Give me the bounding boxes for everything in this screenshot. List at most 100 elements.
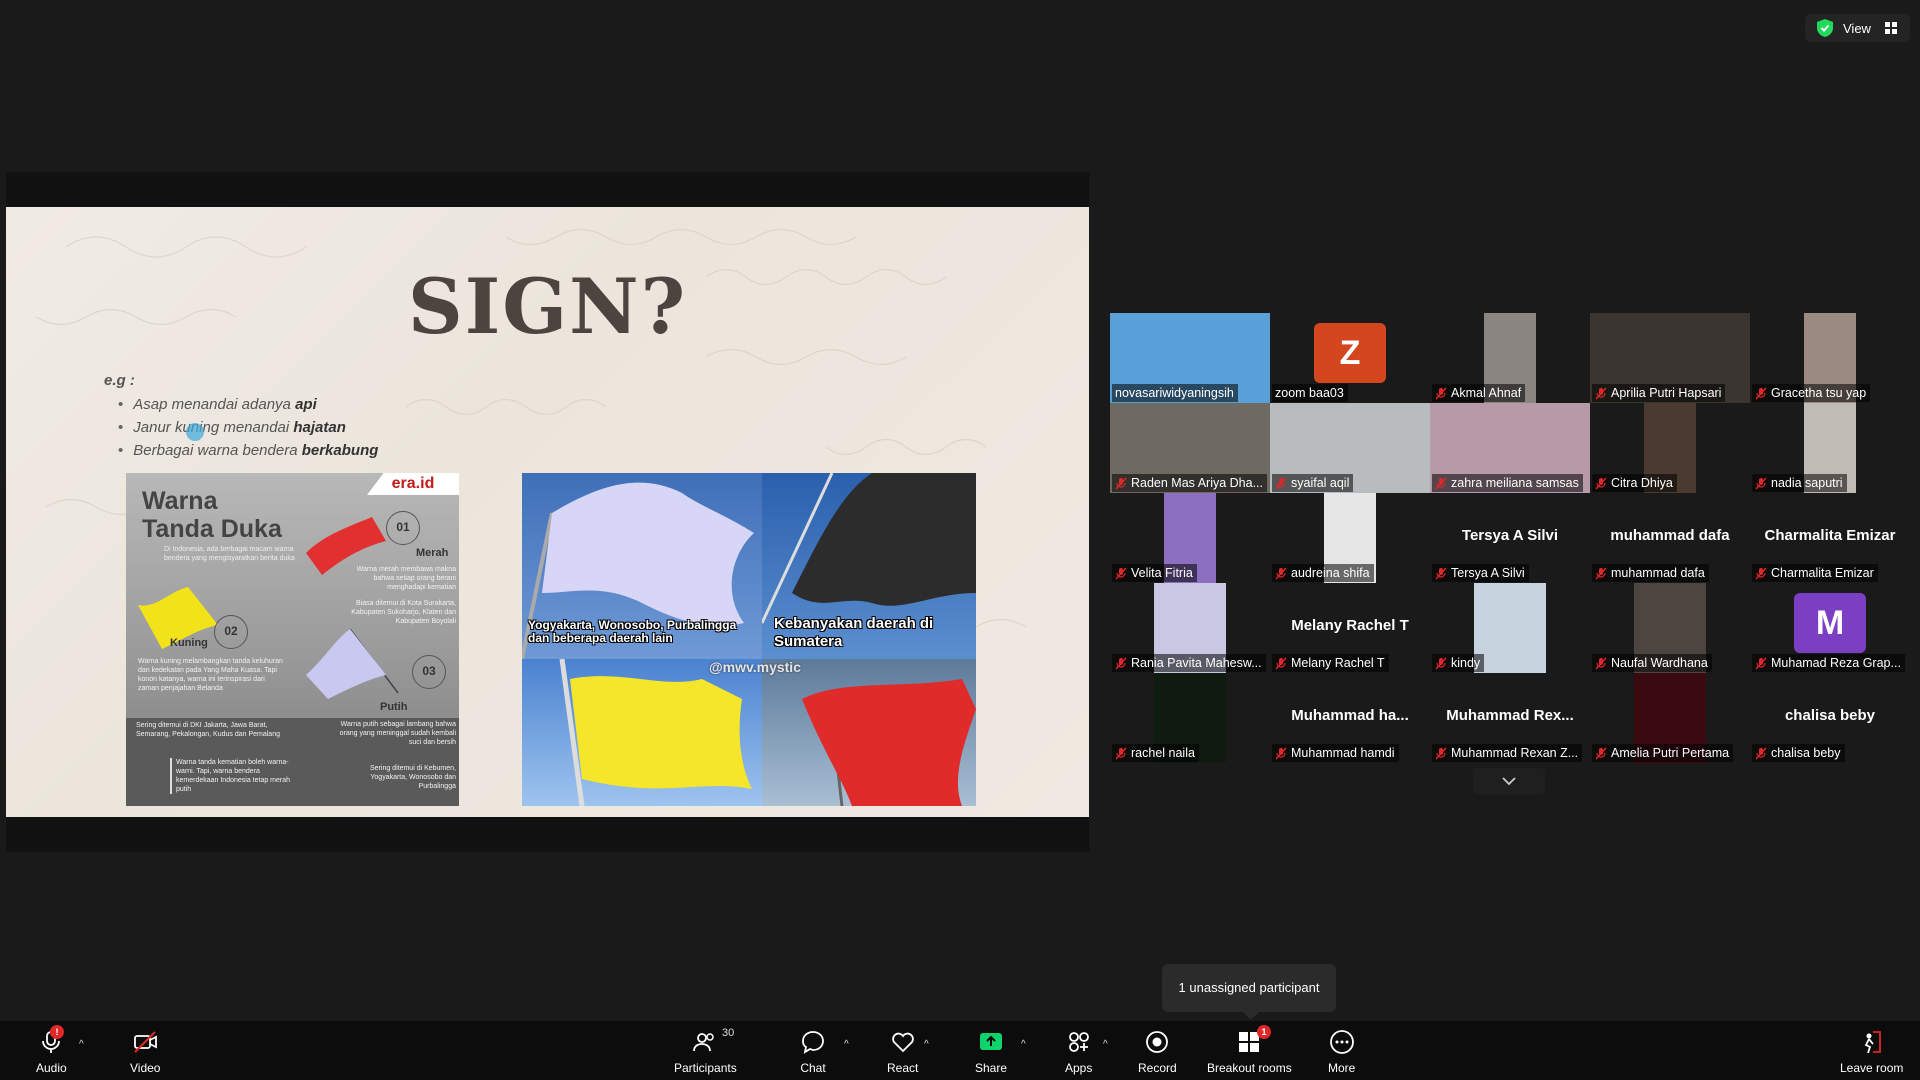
flag-region-yellow: Sering ditemui di DKI Jakarta, Jawa Bara…	[136, 722, 280, 738]
audio-options-caret[interactable]: ^	[79, 1039, 84, 1050]
flag-region-white: Sering ditemui di Kebumen, Yogyakarta, W…	[370, 765, 456, 790]
react-button[interactable]: React	[887, 1029, 918, 1075]
annotation-cursor	[186, 423, 204, 441]
leave-room-button[interactable]: Leave room	[1840, 1029, 1903, 1075]
mic-muted-icon	[1435, 747, 1447, 759]
apps-label: Apps	[1065, 1061, 1093, 1075]
view-label: View	[1843, 20, 1871, 36]
share-button[interactable]: Share	[975, 1029, 1007, 1075]
mic-muted-icon	[1435, 567, 1447, 579]
mic-muted-icon	[1595, 657, 1607, 669]
infographic-card: era.id Warna Tanda Duka Di Indonesia, ad…	[126, 473, 459, 806]
participant-tile[interactable]: muhammad dafa muhammad dafa	[1590, 493, 1750, 583]
leave-icon	[1864, 1031, 1881, 1054]
mic-muted-icon	[1115, 567, 1127, 579]
chat-icon	[802, 1031, 824, 1054]
participant-name-label: zahra meiliana samsas	[1432, 474, 1583, 492]
participant-tile[interactable]: M Muhamad Reza Grap...	[1750, 583, 1910, 673]
photo-red-flag	[762, 659, 976, 806]
photo-yellow-flag	[522, 659, 762, 806]
apps-button[interactable]: Apps	[1065, 1029, 1092, 1075]
participant-video	[1474, 583, 1546, 673]
flag-region-red: Biasa ditemui di Kota Surakarta, Kabupat…	[351, 600, 456, 625]
chat-options-caret[interactable]: ^	[844, 1039, 849, 1050]
share-screen-icon	[980, 1033, 1003, 1050]
photo-white-flag: Yogyakarta, Wonosobo, Purbalingga dan be…	[522, 473, 762, 659]
participant-name-label: chalisa beby	[1752, 744, 1845, 762]
meeting-toolbar: Audio ! ^ Video Participants 30 Chat ^ R…	[0, 1021, 1920, 1080]
participant-tile[interactable]: novasariwidyaningsih	[1110, 313, 1270, 403]
bullet-item: Asap menandai adanya api	[118, 393, 378, 416]
mic-muted-icon	[1115, 747, 1127, 759]
participant-tile[interactable]: kindy	[1430, 583, 1590, 673]
leave-room-label: Leave room	[1840, 1061, 1904, 1075]
share-options-caret[interactable]: ^	[1021, 1039, 1026, 1050]
era-logo: era.id	[367, 473, 459, 495]
react-options-caret[interactable]: ^	[924, 1039, 929, 1050]
audio-button[interactable]: Audio !	[36, 1025, 67, 1075]
participant-avatar: M	[1794, 593, 1866, 653]
participant-tile[interactable]: Muhammad Rex... Muhammad Rexan Z...	[1430, 673, 1590, 763]
video-button[interactable]: Video	[130, 1029, 160, 1075]
participant-tile[interactable]: Akmal Ahnaf	[1430, 313, 1590, 403]
participant-tile[interactable]: chalisa beby chalisa beby	[1750, 673, 1910, 763]
participant-tile[interactable]: Naufal Wardhana	[1590, 583, 1750, 673]
participant-tile[interactable]: Gracetha tsu yap	[1750, 313, 1910, 403]
participant-tile[interactable]: Citra Dhiya	[1590, 403, 1750, 493]
photo-watermark: @mwv.mystic	[709, 659, 801, 675]
participant-tile[interactable]: Zzoom baa03	[1270, 313, 1430, 403]
participant-tile[interactable]: Velita Fitria	[1110, 493, 1270, 583]
mic-muted-icon	[1755, 747, 1767, 759]
flag-desc-red: Warna merah membawa makna bahwa setiap o…	[356, 566, 456, 591]
participants-button[interactable]: Participants 30	[674, 1027, 737, 1075]
infographic-subtitle: Di Indonesia, ada berbagai macam warna b…	[164, 546, 295, 562]
chat-button[interactable]: Chat	[800, 1029, 826, 1075]
view-menu[interactable]: View	[1805, 14, 1910, 42]
gallery-next-page-button[interactable]	[1473, 768, 1545, 794]
participant-name-label: Velita Fitria	[1112, 564, 1197, 582]
participant-gallery: novasariwidyaningsih Zzoom baa03 Akmal Ahn…	[1110, 313, 1910, 763]
mic-muted-icon	[1595, 477, 1607, 489]
participant-name-label: syaifal aqil	[1272, 474, 1354, 492]
participant-tile[interactable]: Rania Pavita Mahesw...	[1110, 583, 1270, 673]
participant-tile[interactable]: audreina shifa	[1270, 493, 1430, 583]
mic-muted-icon	[1595, 567, 1607, 579]
participant-name-label: Tersya A Silvi	[1432, 564, 1529, 582]
participant-display-name: muhammad dafa	[1610, 527, 1730, 544]
apps-options-caret[interactable]: ^	[1103, 1039, 1108, 1050]
participant-avatar: Z	[1314, 323, 1386, 383]
participant-tile[interactable]: Aprilia Putri Hapsari	[1590, 313, 1750, 403]
participant-name-label: Charmalita Emizar	[1752, 564, 1878, 582]
participant-tile[interactable]: zahra meiliana samsas	[1430, 403, 1590, 493]
participant-tile[interactable]: Tersya A Silvi Tersya A Silvi	[1430, 493, 1590, 583]
participant-name-label: Gracetha tsu yap	[1752, 384, 1871, 402]
participant-tile[interactable]: syaifal aqil	[1270, 403, 1430, 493]
participant-name-label: Raden Mas Ariya Dha...	[1112, 474, 1268, 492]
participant-tile[interactable]: Melany Rachel T Melany Rachel T	[1270, 583, 1430, 673]
apps-icon	[1068, 1032, 1089, 1052]
participant-tile[interactable]: Charmalita Emizar Charmalita Emizar	[1750, 493, 1910, 583]
unassigned-participant-tooltip: 1 unassigned participant	[1162, 964, 1336, 1020]
participant-tile[interactable]: Amelia Putri Pertama	[1590, 673, 1750, 763]
flag-number-03: 03	[412, 655, 446, 689]
mic-muted-icon	[1275, 657, 1287, 669]
participants-icon	[693, 1033, 715, 1052]
participant-tile[interactable]: nadia saputri	[1750, 403, 1910, 493]
share-label: Share	[975, 1061, 1008, 1075]
more-button[interactable]: More	[1328, 1029, 1355, 1075]
caption-black-flag: Kebanyakan daerah di Sumatera	[774, 615, 934, 650]
participant-tile[interactable]: rachel naila	[1110, 673, 1270, 763]
slide-bullet-list: Asap menandai adanya api Janur kuning me…	[118, 393, 378, 462]
mic-muted-icon	[1435, 387, 1447, 399]
slide-eg-label: e.g :	[104, 372, 135, 389]
breakout-rooms-label: Breakout rooms	[1207, 1061, 1292, 1075]
flag-number-01: 01	[386, 511, 420, 545]
shared-screen: SIGN? e.g : Asap menandai adanya api Jan…	[6, 172, 1089, 852]
record-button[interactable]: Record	[1138, 1029, 1177, 1075]
bullet-item: Berbagai warna bendera berkabung	[118, 439, 378, 462]
breakout-rooms-button[interactable]: Breakout rooms 1	[1207, 1025, 1292, 1075]
participant-tile[interactable]: Raden Mas Ariya Dha...	[1110, 403, 1270, 493]
participant-name-label: Melany Rachel T	[1272, 654, 1389, 672]
breakout-badge: 1	[1257, 1025, 1271, 1039]
participant-tile[interactable]: Muhammad ha... Muhammad hamdi	[1270, 673, 1430, 763]
